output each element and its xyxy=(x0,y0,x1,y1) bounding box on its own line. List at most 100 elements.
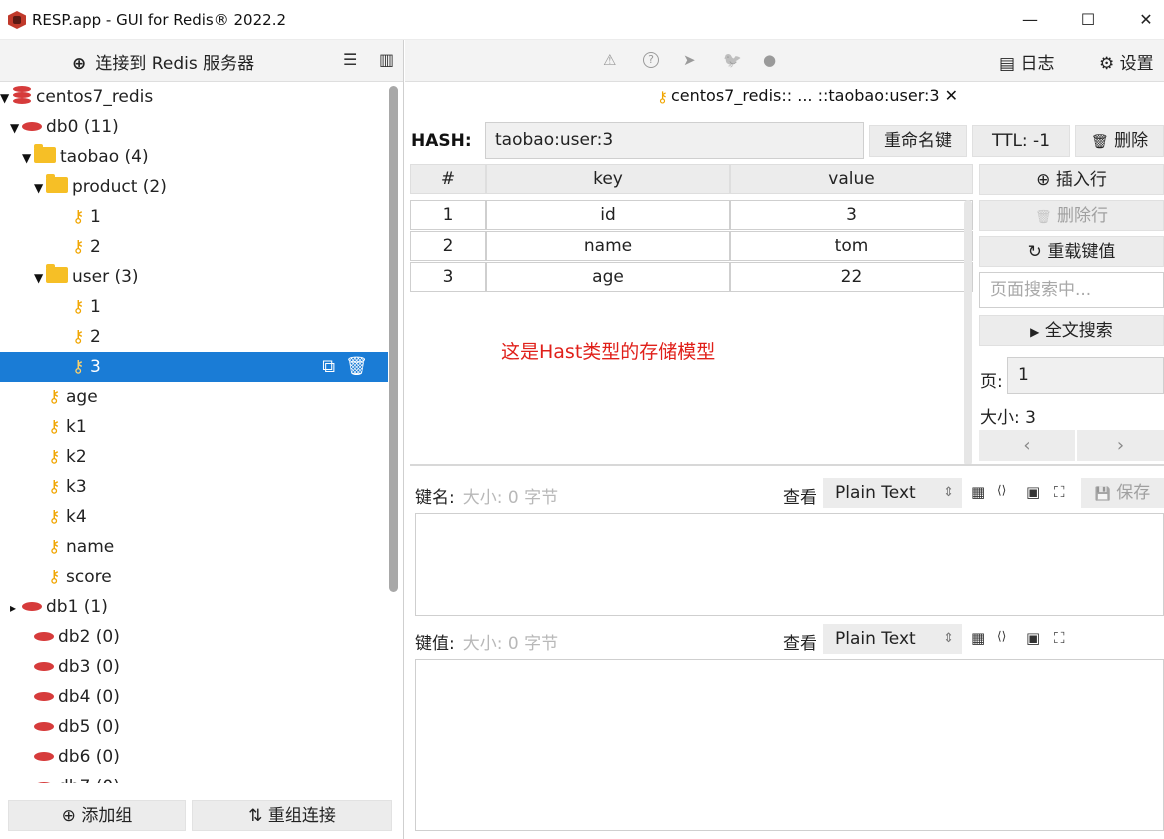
expand-arrow-icon[interactable]: ▼ xyxy=(0,83,12,113)
panel-layout-icon[interactable]: ▥ xyxy=(379,50,394,69)
rename-key-button[interactable]: 重命名键 xyxy=(869,125,967,157)
tree-key-item[interactable]: ⚷ k1 xyxy=(0,412,388,442)
next-page-button[interactable]: › xyxy=(1077,430,1164,461)
view-format-select[interactable]: Plain Text ⇕ xyxy=(823,478,962,508)
view-format-select[interactable]: Plain Text ⇕ xyxy=(823,624,962,654)
database-icon xyxy=(34,721,54,731)
binary-format-icon[interactable]: ▣ xyxy=(1026,629,1040,647)
tree-db-item[interactable]: ▼ db0 (11) xyxy=(0,112,388,142)
help-icon[interactable]: ? xyxy=(643,52,659,68)
delete-key-button[interactable]: 🗑 删除 xyxy=(1075,125,1164,157)
size-label: 大小: 3 xyxy=(980,408,1036,428)
cell-value[interactable]: tom xyxy=(730,231,973,261)
cell-value[interactable]: 22 xyxy=(730,262,973,292)
github-icon[interactable]: ● xyxy=(763,51,776,69)
tree-db-item[interactable]: db6 (0) xyxy=(0,742,388,772)
table-scrollbar[interactable] xyxy=(964,200,972,466)
field-key-editor[interactable] xyxy=(415,513,1164,616)
code-format-icon[interactable]: ⟨⟩ xyxy=(997,483,1006,497)
settings-button[interactable]: ⚙ 设置 xyxy=(1099,49,1154,74)
tree-key-item[interactable]: ⚷ 1 xyxy=(0,202,388,232)
tree-db-item[interactable]: db5 (0) xyxy=(0,712,388,742)
close-tab-icon[interactable]: ✕ xyxy=(945,86,958,105)
copy-format-icon[interactable]: ▦ xyxy=(971,483,985,501)
ttl-button[interactable]: TTL: -1 xyxy=(972,125,1070,157)
tree-scrollbar[interactable] xyxy=(388,84,400,784)
tree-key-item[interactable]: ⚷ 2 xyxy=(0,322,388,352)
expand-arrow-icon[interactable]: ▼ xyxy=(10,113,22,143)
reload-value-button[interactable]: ↻ 重载键值 xyxy=(979,236,1164,267)
tree-folder-item[interactable]: ▼ product (2) xyxy=(0,172,388,202)
prev-page-button[interactable]: ‹ xyxy=(979,430,1075,461)
tab-key-taobao-user-3[interactable]: ⚷ centos7_redis:: ... ::taobao:user:3 ✕ xyxy=(657,86,958,106)
expand-arrow-icon[interactable]: ▼ xyxy=(34,263,46,293)
fullscreen-icon[interactable]: ⛶ xyxy=(1054,629,1065,647)
tree-db-item[interactable]: db2 (0) xyxy=(0,622,388,652)
page-label: 页: xyxy=(980,372,1003,392)
tree-item-label: centos7_redis xyxy=(36,87,154,107)
fullscreen-icon[interactable]: ⛶ xyxy=(1054,483,1065,501)
copy-icon[interactable]: ⧉ xyxy=(322,356,335,377)
cell-index[interactable]: 2 xyxy=(410,231,486,261)
code-format-icon[interactable]: ⟨⟩ xyxy=(997,629,1006,643)
tree-key-item[interactable]: ⚷ k4 xyxy=(0,502,388,532)
tree-key-item[interactable]: ⚷ 3 ⧉ 🗑 xyxy=(0,352,388,382)
column-header-index[interactable]: # xyxy=(410,164,486,194)
tree-db-item[interactable]: ▸ db1 (1) xyxy=(0,592,388,622)
tree-item-label: db7 (0) xyxy=(58,777,120,783)
maximize-button[interactable]: ☐ xyxy=(1066,6,1110,34)
trash-icon[interactable]: 🗑 xyxy=(345,356,368,377)
copy-format-icon[interactable]: ▦ xyxy=(971,629,985,647)
add-group-button[interactable]: ⊕ 添加组 xyxy=(8,800,186,831)
sort-arrows-icon: ⇅ xyxy=(248,806,263,826)
tree-key-item[interactable]: ⚷ k3 xyxy=(0,472,388,502)
column-header-key[interactable]: key xyxy=(486,164,730,194)
expand-arrow-icon[interactable]: ▼ xyxy=(34,173,46,203)
warning-icon[interactable]: ⚠ xyxy=(603,51,616,69)
tree-key-item[interactable]: ⚷ k2 xyxy=(0,442,388,472)
page-number-input[interactable]: 1 xyxy=(1007,357,1164,394)
list-icon[interactable]: ☰ xyxy=(343,50,357,69)
tree-folder-item[interactable]: ▼ taobao (4) xyxy=(0,142,388,172)
tree-scrollbar-thumb[interactable] xyxy=(389,86,398,592)
tree-server-item[interactable]: ▼ centos7_redis xyxy=(0,83,388,112)
expand-arrow-icon[interactable]: ▸ xyxy=(10,593,22,623)
key-icon: ⚷ xyxy=(48,387,61,407)
twitter-icon[interactable]: 🐦 xyxy=(723,51,742,69)
reorder-connections-button[interactable]: ⇅ 重组连接 xyxy=(192,800,392,831)
tree-db-item[interactable]: db3 (0) xyxy=(0,652,388,682)
minimize-button[interactable]: — xyxy=(1008,6,1052,34)
save-button[interactable]: 💾 保存 xyxy=(1081,478,1164,508)
tree-key-item[interactable]: ⚷ name xyxy=(0,532,388,562)
cell-value[interactable]: 3 xyxy=(730,200,973,230)
telegram-icon[interactable]: ➤ xyxy=(683,51,696,69)
cell-index[interactable]: 3 xyxy=(410,262,486,292)
key-name-field[interactable]: taobao:user:3 xyxy=(485,122,864,159)
cell-key[interactable]: id xyxy=(486,200,730,230)
fulltext-search-button[interactable]: ▶ 全文搜索 xyxy=(979,315,1164,346)
connect-server-button[interactable]: ⊕ 连接到 Redis 服务器 xyxy=(72,49,254,74)
cell-key[interactable]: age xyxy=(486,262,730,292)
page-search-input[interactable]: 页面搜索中... xyxy=(979,272,1164,308)
tree-key-item[interactable]: ⚷ age xyxy=(0,382,388,412)
insert-row-button[interactable]: ⊕ 插入行 xyxy=(979,164,1164,195)
tree-key-item[interactable]: ⚷ 1 xyxy=(0,292,388,322)
panel-divider[interactable] xyxy=(410,464,1164,466)
expand-arrow-icon[interactable]: ▼ xyxy=(22,143,34,173)
log-button[interactable]: ▤ 日志 xyxy=(999,49,1054,74)
cell-key[interactable]: name xyxy=(486,231,730,261)
binary-format-icon[interactable]: ▣ xyxy=(1026,483,1040,501)
tree-folder-item[interactable]: ▼ user (3) xyxy=(0,262,388,292)
delete-row-button[interactable]: 🗑 删除行 xyxy=(979,200,1164,231)
field-value-editor[interactable] xyxy=(415,659,1164,831)
tree-item-label: k1 xyxy=(66,417,87,437)
tree-key-item[interactable]: ⚷ score xyxy=(0,562,388,592)
cell-index[interactable]: 1 xyxy=(410,200,486,230)
tree-key-item[interactable]: ⚷ 2 xyxy=(0,232,388,262)
key-icon: ⚷ xyxy=(48,417,61,437)
key-icon: ⚷ xyxy=(48,447,61,467)
tree-db-item[interactable]: db7 (0) xyxy=(0,772,388,783)
close-window-button[interactable]: ✕ xyxy=(1124,6,1164,34)
column-header-value[interactable]: value xyxy=(730,164,973,194)
tree-db-item[interactable]: db4 (0) xyxy=(0,682,388,712)
